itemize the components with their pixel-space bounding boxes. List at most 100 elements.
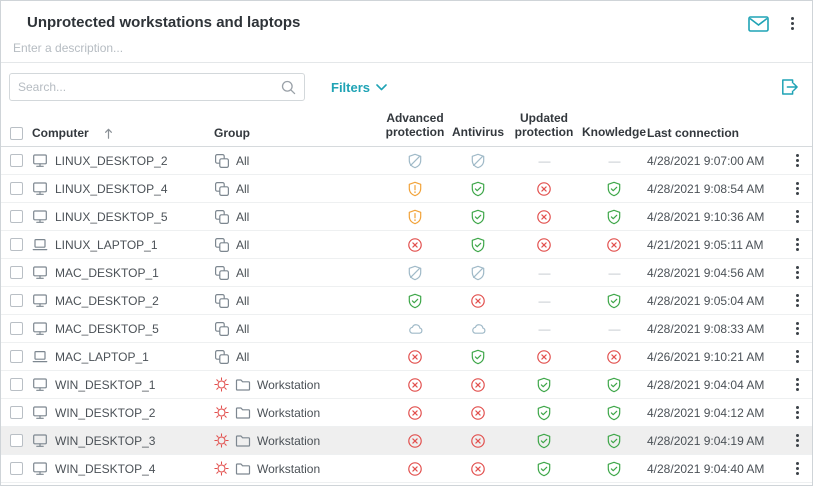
description-input[interactable] (1, 32, 421, 62)
table-row[interactable]: WIN_DESKTOP_3 Workstation 4/28/2021 9:04… (1, 427, 812, 455)
column-knowledge[interactable]: Knowledge (581, 126, 647, 146)
row-menu-icon[interactable] (794, 152, 801, 169)
computer-name[interactable]: WIN_DESKTOP_4 (55, 462, 155, 476)
row-menu-icon[interactable] (794, 348, 801, 365)
table-row[interactable]: LINUX_DESKTOP_4 All 4/28/2021 9:08:54 AM (1, 175, 812, 203)
column-antivirus[interactable]: Antivirus (449, 126, 507, 146)
computer-name[interactable]: LINUX_DESKTOP_4 (55, 182, 168, 196)
last-connection: 4/28/2021 9:04:12 AM (647, 406, 782, 420)
row-checkbox[interactable] (10, 378, 23, 391)
group-icon (235, 461, 251, 477)
row-menu-icon[interactable] (794, 208, 801, 225)
group-icon (235, 377, 251, 393)
updated-protection-status (507, 433, 581, 449)
row-checkbox[interactable] (10, 266, 23, 279)
row-checkbox[interactable] (10, 238, 23, 251)
computer-name[interactable]: LINUX_DESKTOP_2 (55, 154, 168, 168)
search-box[interactable] (9, 73, 305, 101)
column-updated-protection[interactable]: Updated protection (507, 112, 581, 146)
panel-menu-icon[interactable] (789, 15, 796, 32)
group-icon (235, 405, 251, 421)
advanced-protection-status (381, 265, 449, 281)
row-menu-icon[interactable] (794, 404, 801, 421)
group-icon (214, 153, 230, 169)
row-menu-icon[interactable] (794, 236, 801, 253)
group-label: All (236, 350, 249, 364)
row-checkbox[interactable] (10, 154, 23, 167)
table-row[interactable]: WIN_DESKTOP_2 Workstation 4/28/2021 9:04… (1, 399, 812, 427)
select-all-checkbox[interactable] (10, 127, 23, 140)
computer-name[interactable]: MAC_DESKTOP_5 (55, 322, 159, 336)
row-menu-icon[interactable] (794, 320, 801, 337)
table-row[interactable]: WIN_DESKTOP_4 Workstation 4/28/2021 9:04… (1, 455, 812, 483)
column-advanced-protection[interactable]: Advanced protection (381, 112, 449, 146)
search-input[interactable] (18, 80, 281, 94)
knowledge-status (581, 293, 647, 309)
chevron-down-icon (376, 84, 387, 91)
device-icon (32, 461, 48, 477)
search-icon[interactable] (281, 80, 296, 95)
knowledge-status (581, 461, 647, 477)
row-menu-icon[interactable] (794, 432, 801, 449)
computer-name[interactable]: WIN_DESKTOP_3 (55, 434, 155, 448)
filters-button[interactable]: Filters (331, 80, 387, 95)
threat-icon (214, 433, 229, 448)
computer-name[interactable]: MAC_DESKTOP_2 (55, 294, 159, 308)
row-menu-icon[interactable] (794, 180, 801, 197)
email-icon[interactable] (748, 16, 769, 32)
row-checkbox[interactable] (10, 210, 23, 223)
row-checkbox[interactable] (10, 350, 23, 363)
antivirus-status (449, 349, 507, 365)
row-menu-icon[interactable] (794, 264, 801, 281)
group-icon (214, 209, 230, 225)
threat-icon (214, 377, 229, 392)
toolbar: Filters (1, 63, 812, 111)
device-icon (32, 209, 48, 225)
antivirus-status (449, 461, 507, 477)
knowledge-status: — (581, 322, 647, 336)
table-row[interactable]: LINUX_DESKTOP_5 All 4/28/2021 9:10:36 AM (1, 203, 812, 231)
table-row[interactable]: WIN_DESKTOP_1 Workstation 4/28/2021 9:04… (1, 371, 812, 399)
table-row[interactable]: MAC_LAPTOP_1 All 4/26/2021 9:10:21 AM (1, 343, 812, 371)
table-row[interactable]: MAC_DESKTOP_2 All — 4/28/2021 9:05:04 AM (1, 287, 812, 315)
table-row[interactable]: MAC_DESKTOP_5 All — — 4/28/2021 9:08:33 … (1, 315, 812, 343)
row-menu-icon[interactable] (794, 292, 801, 309)
table-row[interactable]: LINUX_LAPTOP_1 All 4/21/2021 9:05:11 AM (1, 231, 812, 259)
row-checkbox[interactable] (10, 406, 23, 419)
row-checkbox[interactable] (10, 322, 23, 335)
group-label: All (236, 182, 249, 196)
advanced-protection-status (381, 405, 449, 421)
device-icon (32, 433, 48, 449)
row-checkbox[interactable] (10, 462, 23, 475)
computer-name[interactable]: MAC_LAPTOP_1 (55, 350, 149, 364)
column-computer[interactable]: Computer (32, 126, 89, 140)
table-row[interactable]: MAC_DESKTOP_1 All — — 4/28/2021 9:04:56 … (1, 259, 812, 287)
table-row[interactable]: LINUX_DESKTOP_2 All — — 4/28/2021 9:07:0… (1, 147, 812, 175)
advanced-protection-status (381, 461, 449, 477)
computer-name[interactable]: LINUX_DESKTOP_5 (55, 210, 168, 224)
column-group[interactable]: Group (206, 126, 381, 146)
knowledge-status: — (581, 154, 647, 168)
knowledge-status (581, 377, 647, 393)
row-checkbox[interactable] (10, 294, 23, 307)
last-connection: 4/28/2021 9:05:04 AM (647, 294, 782, 308)
sort-asc-icon[interactable] (104, 128, 113, 139)
computer-name[interactable]: LINUX_LAPTOP_1 (55, 238, 158, 252)
last-connection: 4/28/2021 9:04:19 AM (647, 434, 782, 448)
device-icon (32, 153, 48, 169)
row-checkbox[interactable] (10, 182, 23, 195)
table-header: Computer Group Advanced protection Antiv… (1, 111, 812, 147)
row-menu-icon[interactable] (794, 376, 801, 393)
advanced-protection-status (381, 209, 449, 225)
export-icon[interactable] (780, 77, 800, 97)
row-checkbox[interactable] (10, 434, 23, 447)
computer-name[interactable]: MAC_DESKTOP_1 (55, 266, 159, 280)
column-last-connection[interactable]: Last connection (647, 126, 782, 146)
last-connection: 4/28/2021 9:04:04 AM (647, 378, 782, 392)
device-icon (32, 377, 48, 393)
computer-name[interactable]: WIN_DESKTOP_2 (55, 406, 155, 420)
computer-name[interactable]: WIN_DESKTOP_1 (55, 378, 155, 392)
group-icon (214, 237, 230, 253)
updated-protection-status (507, 461, 581, 477)
row-menu-icon[interactable] (794, 460, 801, 477)
